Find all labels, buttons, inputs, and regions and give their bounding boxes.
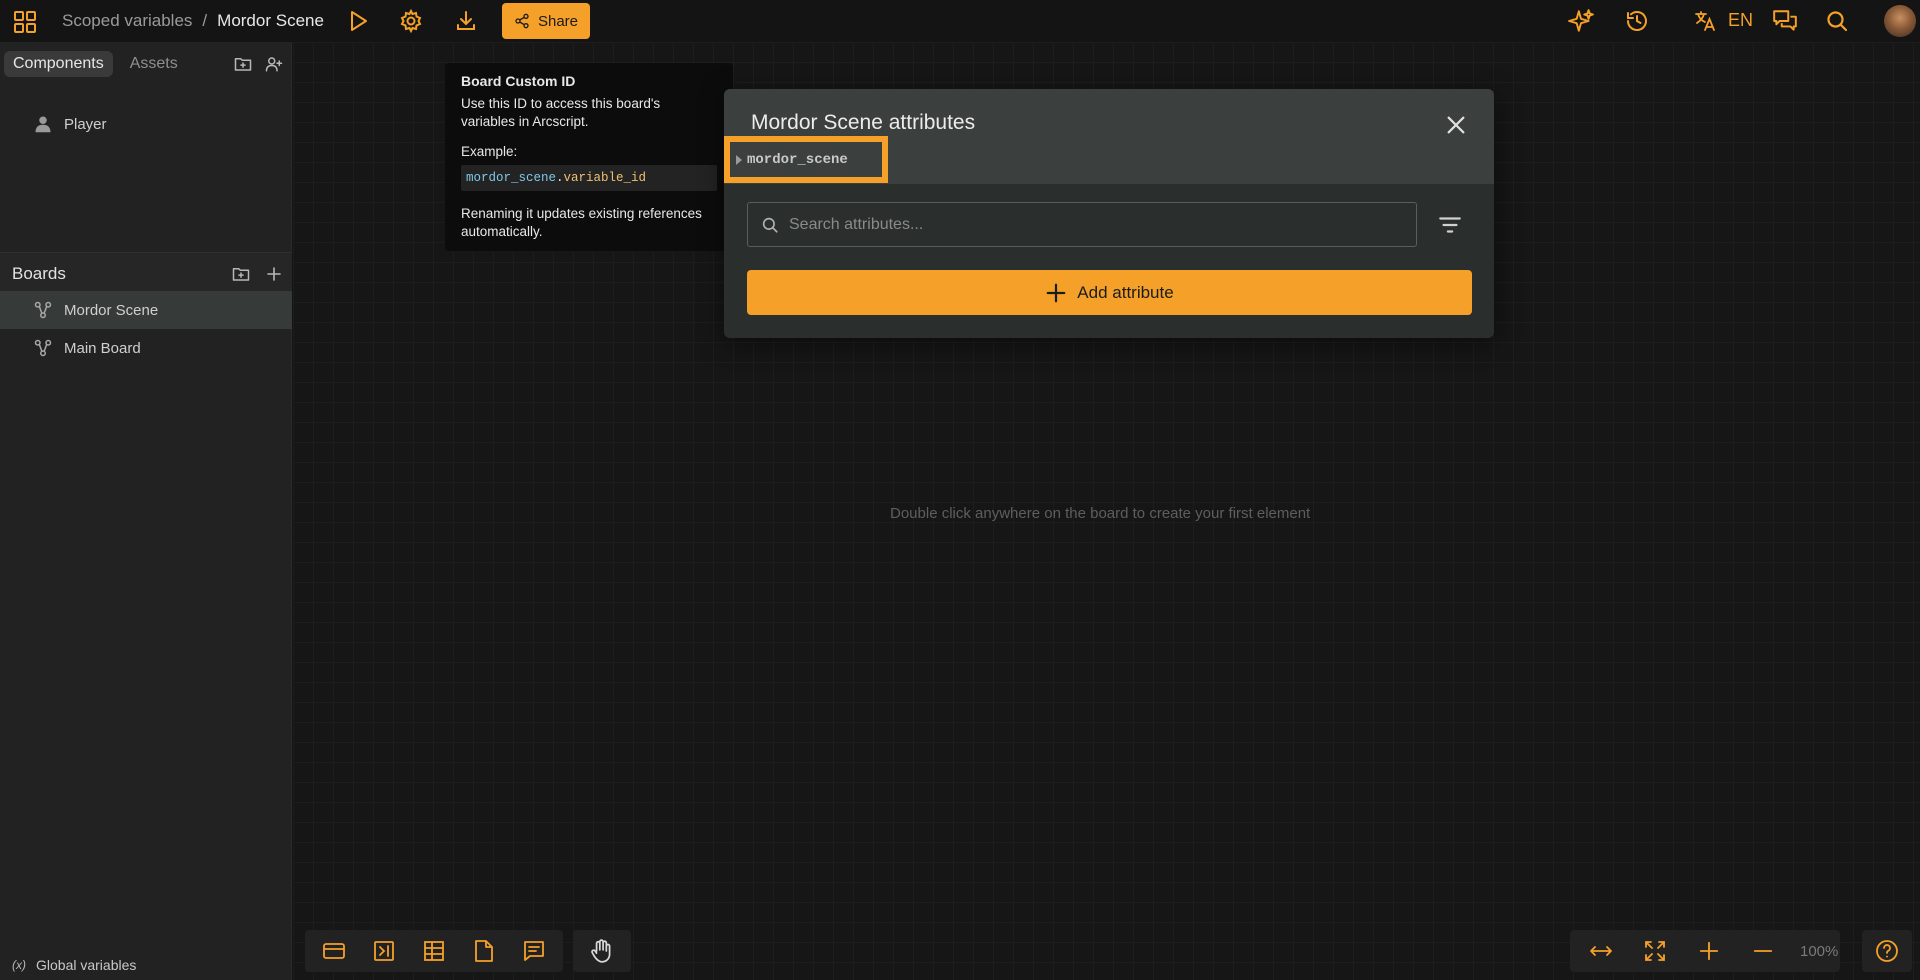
component-item-player[interactable]: Player — [0, 105, 292, 143]
add-user-icon[interactable] — [264, 54, 284, 74]
language-label[interactable]: EN — [1728, 10, 1753, 31]
code-dot: . — [556, 171, 564, 185]
breadcrumb-project[interactable]: Scoped variables — [62, 11, 192, 31]
board-graph-icon — [32, 339, 54, 357]
translate-icon[interactable] — [1692, 8, 1718, 34]
settings-gear-icon[interactable] — [398, 8, 424, 34]
new-board-folder-icon[interactable] — [231, 264, 251, 284]
fit-width-icon[interactable] — [1576, 930, 1626, 972]
tooltip-description: Use this ID to access this board's varia… — [461, 96, 661, 129]
person-icon — [32, 115, 54, 133]
apps-grid-icon[interactable] — [12, 9, 38, 35]
tooltip-example-label: Example: — [461, 144, 518, 159]
share-button[interactable]: Share — [502, 3, 590, 39]
tooltip-footer: Renaming it updates existing references … — [461, 206, 702, 239]
share-icon — [515, 13, 529, 29]
attributes-modal: Mordor Scene attributes mordor_scene Add… — [724, 89, 1494, 338]
global-variables-button[interactable]: (x) Global variables — [0, 950, 292, 980]
board-id-field[interactable]: mordor_scene — [724, 136, 888, 183]
board-item-main-board[interactable]: Main Board — [0, 329, 292, 367]
share-label: Share — [537, 12, 579, 30]
tab-components[interactable]: Components — [4, 51, 113, 77]
zoom-out-icon[interactable] — [1738, 930, 1788, 972]
caret-right-icon — [736, 154, 742, 165]
board-graph-icon — [32, 301, 54, 319]
add-attribute-button[interactable]: Add attribute — [747, 270, 1472, 315]
table-element-icon[interactable] — [409, 930, 459, 972]
modal-header: Mordor Scene attributes mordor_scene — [724, 89, 1494, 184]
help-icon — [1876, 940, 1898, 962]
zoom-in-icon[interactable] — [1684, 930, 1734, 972]
pan-tool-group — [573, 930, 631, 972]
breadcrumb-separator: / — [202, 11, 208, 30]
hand-pan-icon[interactable] — [577, 930, 627, 972]
modal-title: Mordor Scene attributes — [751, 111, 976, 134]
tooltip-title: Board Custom ID — [461, 73, 576, 89]
board-id-value[interactable]: mordor_scene — [747, 152, 848, 168]
sidebar: Components Assets Player Boards Mordor S… — [0, 42, 292, 980]
comments-icon[interactable] — [1771, 8, 1799, 34]
search-icon — [762, 217, 778, 233]
filter-icon[interactable] — [1435, 210, 1465, 240]
search-attributes-input[interactable] — [789, 215, 1389, 234]
global-variables-label: Global variables — [36, 957, 137, 973]
empty-board-hint: Double click anywhere on the board to cr… — [890, 505, 1311, 522]
element-tools — [305, 930, 563, 972]
tab-assets[interactable]: Assets — [121, 51, 187, 77]
note-element-icon[interactable] — [459, 930, 509, 972]
board-label: Main Board — [64, 339, 141, 357]
zoom-controls: 100% — [1570, 930, 1840, 972]
add-board-icon[interactable] — [264, 264, 284, 284]
zoom-level[interactable]: 100% — [1800, 943, 1838, 960]
board-label: Mordor Scene — [64, 301, 159, 319]
variable-icon: (x) — [12, 958, 26, 972]
sidebar-tabs: Components Assets — [0, 42, 292, 86]
search-attributes-box[interactable] — [747, 202, 1417, 247]
close-icon[interactable] — [1444, 113, 1468, 137]
new-folder-icon[interactable] — [233, 54, 253, 74]
tooltip-example-code: mordor_scene.variable_id — [461, 165, 717, 191]
board-id-tooltip: Board Custom ID Use this ID to access th… — [445, 63, 733, 251]
bottom-toolbar — [305, 930, 631, 972]
boards-title: Boards — [12, 263, 66, 283]
user-avatar[interactable] — [1884, 5, 1916, 37]
jumper-element-icon[interactable] — [359, 930, 409, 972]
comment-element-icon[interactable] — [509, 930, 559, 972]
search-icon[interactable] — [1824, 8, 1850, 34]
history-icon[interactable] — [1624, 8, 1650, 34]
add-attribute-label: Add attribute — [1077, 282, 1174, 302]
code-variable-id: variable_id — [563, 171, 647, 185]
plus-icon — [1046, 283, 1066, 302]
help-button[interactable] — [1862, 930, 1912, 972]
download-icon[interactable] — [453, 8, 479, 34]
breadcrumb: Scoped variables / Mordor Scene — [62, 11, 324, 31]
card-element-icon[interactable] — [309, 930, 359, 972]
component-label: Player — [64, 115, 107, 133]
play-icon[interactable] — [345, 8, 371, 34]
fit-screen-icon[interactable] — [1630, 930, 1680, 972]
breadcrumb-board: Mordor Scene — [217, 11, 324, 30]
board-item-mordor-scene[interactable]: Mordor Scene — [0, 291, 292, 329]
top-bar: Scoped variables / Mordor Scene Share EN — [0, 0, 1920, 42]
code-board-id: mordor_scene — [466, 171, 557, 185]
boards-header: Boards — [0, 252, 292, 294]
ai-sparkle-icon[interactable] — [1568, 8, 1594, 34]
